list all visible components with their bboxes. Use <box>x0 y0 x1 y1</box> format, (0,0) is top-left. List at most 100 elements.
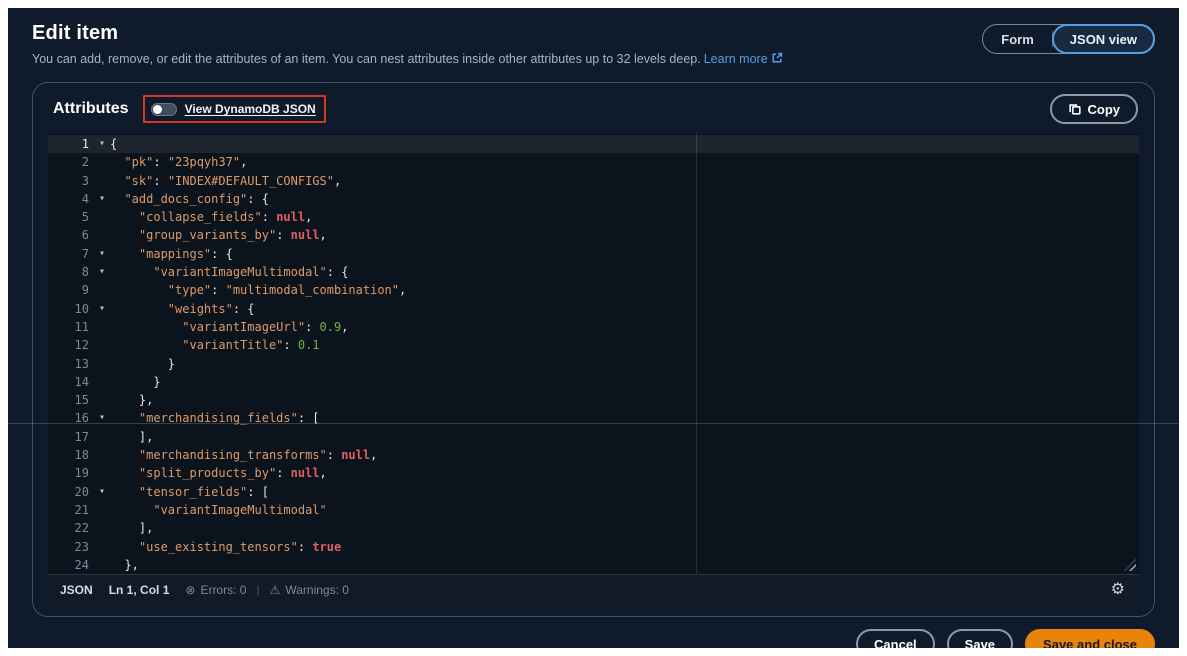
code-text: "collapse_fields": null, <box>110 208 1139 226</box>
code-line-4[interactable]: 4▾ "add_docs_config": { <box>48 190 1139 208</box>
fold-gutter-spacer <box>94 226 110 244</box>
editor-settings-button[interactable]: ⚙ <box>1107 580 1129 600</box>
line-number: 17 <box>48 428 94 446</box>
code-text: }, <box>110 391 1139 409</box>
code-line-2[interactable]: 2 "pk": "23pqyh37", <box>48 153 1139 171</box>
attributes-title: Attributes <box>53 100 129 118</box>
toggle-knob <box>153 105 162 114</box>
code-text: "group_variants_by": null, <box>110 226 1139 244</box>
code-line-19[interactable]: 19 "split_products_by": null, <box>48 464 1139 482</box>
view-dynamodb-json-toggle[interactable] <box>151 103 177 116</box>
errors-status[interactable]: ⊗Errors: 0 <box>185 583 246 597</box>
line-number: 19 <box>48 464 94 482</box>
page-header-text: Edit item You can add, remove, or edit t… <box>32 22 783 66</box>
line-number: 14 <box>48 373 94 391</box>
copy-button[interactable]: Copy <box>1050 94 1139 124</box>
line-number: 1 <box>48 135 94 153</box>
fold-toggle-icon[interactable]: ▾ <box>94 190 110 208</box>
fold-gutter-spacer <box>94 153 110 171</box>
code-line-21[interactable]: 21 "variantImageMultimodal" <box>48 501 1139 519</box>
fold-gutter-spacer <box>94 538 110 556</box>
warning-icon: ⚠ <box>270 583 281 597</box>
code-line-7[interactable]: 7▾ "mappings": { <box>48 245 1139 263</box>
code-line-14[interactable]: 14 } <box>48 373 1139 391</box>
code-line-15[interactable]: 15 }, <box>48 391 1139 409</box>
code-line-1[interactable]: 1▾{ <box>48 135 1139 153</box>
fold-gutter-spacer <box>94 556 110 574</box>
fold-gutter-spacer <box>94 428 110 446</box>
fold-toggle-icon[interactable]: ▾ <box>94 483 110 501</box>
dynamodb-json-toggle-group: View DynamoDB JSON <box>151 102 316 116</box>
cursor-position: Ln 1, Col 1 <box>109 583 170 597</box>
line-number: 22 <box>48 519 94 537</box>
code-text: ], <box>110 519 1139 537</box>
fold-toggle-icon[interactable]: ▾ <box>94 135 110 153</box>
line-number: 7 <box>48 245 94 263</box>
code-line-10[interactable]: 10▾ "weights": { <box>48 300 1139 318</box>
fold-gutter-spacer <box>94 373 110 391</box>
form-view-button[interactable]: Form <box>983 24 1052 54</box>
fold-gutter-spacer <box>94 281 110 299</box>
code-line-12[interactable]: 12 "variantTitle": 0.1 <box>48 336 1139 354</box>
code-text: "use_existing_tensors": true <box>110 538 1139 556</box>
page-description: You can add, remove, or edit the attribu… <box>32 52 783 66</box>
line-number: 23 <box>48 538 94 556</box>
code-line-9[interactable]: 9 "type": "multimodal_combination", <box>48 281 1139 299</box>
line-number: 3 <box>48 172 94 190</box>
fold-gutter-spacer <box>94 318 110 336</box>
line-number: 21 <box>48 501 94 519</box>
line-number: 12 <box>48 336 94 354</box>
page-description-text: You can add, remove, or edit the attribu… <box>32 52 701 66</box>
code-line-16[interactable]: 16▾ "merchandising_fields": [ <box>48 409 1139 427</box>
code-text: "merchandising_fields": [ <box>110 409 1139 427</box>
code-text: "variantImageUrl": 0.9, <box>110 318 1139 336</box>
gear-icon: ⚙ <box>1111 581 1125 598</box>
save-and-close-button[interactable]: Save and close <box>1025 629 1155 648</box>
code-line-18[interactable]: 18 "merchandising_transforms": null, <box>48 446 1139 464</box>
code-text: "mappings": { <box>110 245 1139 263</box>
save-button[interactable]: Save <box>947 629 1013 648</box>
code-line-22[interactable]: 22 ], <box>48 519 1139 537</box>
code-line-6[interactable]: 6 "group_variants_by": null, <box>48 226 1139 244</box>
code-line-24[interactable]: 24 }, <box>48 556 1139 574</box>
cancel-button[interactable]: Cancel <box>856 629 935 648</box>
code-line-11[interactable]: 11 "variantImageUrl": 0.9, <box>48 318 1139 336</box>
warnings-status[interactable]: ⚠ Warnings: 0 <box>270 583 349 597</box>
fold-toggle-icon[interactable]: ▾ <box>94 300 110 318</box>
line-number: 2 <box>48 153 94 171</box>
code-line-17[interactable]: 17 ], <box>48 428 1139 446</box>
code-text: } <box>110 355 1139 373</box>
line-number: 15 <box>48 391 94 409</box>
code-line-5[interactable]: 5 "collapse_fields": null, <box>48 208 1139 226</box>
code-text: "weights": { <box>110 300 1139 318</box>
learn-more-link[interactable]: Learn more <box>704 52 783 66</box>
code-text: { <box>110 135 1139 153</box>
code-text: "add_docs_config": { <box>110 190 1139 208</box>
fold-toggle-icon[interactable]: ▾ <box>94 409 110 427</box>
code-text: } <box>110 373 1139 391</box>
code-line-3[interactable]: 3 "sk": "INDEX#DEFAULT_CONFIGS", <box>48 172 1139 190</box>
code-line-23[interactable]: 23 "use_existing_tensors": true <box>48 538 1139 556</box>
fold-toggle-icon[interactable]: ▾ <box>94 263 110 281</box>
line-number: 5 <box>48 208 94 226</box>
json-code-editor[interactable]: 1▾{2 "pk": "23pqyh37",3 "sk": "INDEX#DEF… <box>48 133 1139 574</box>
footer-actions: Cancel Save Save and close <box>32 629 1155 648</box>
warnings-count: Warnings: 0 <box>285 583 349 597</box>
fold-gutter-spacer <box>94 208 110 226</box>
code-line-8[interactable]: 8▾ "variantImageMultimodal": { <box>48 263 1139 281</box>
code-line-13[interactable]: 13 } <box>48 355 1139 373</box>
fold-gutter-spacer <box>94 446 110 464</box>
editor-status-bar: JSON Ln 1, Col 1 ⊗Errors: 0 | ⚠Warnings:… <box>48 574 1139 604</box>
line-number: 11 <box>48 318 94 336</box>
view-dynamodb-json-label[interactable]: View DynamoDB JSON <box>185 102 316 116</box>
code-line-20[interactable]: 20▾ "tensor_fields": [ <box>48 483 1139 501</box>
edit-item-page: Edit item You can add, remove, or edit t… <box>8 8 1179 648</box>
json-view-button[interactable]: JSON view <box>1052 24 1155 54</box>
fold-toggle-icon[interactable]: ▾ <box>94 245 110 263</box>
code-text: ], <box>110 428 1139 446</box>
fold-gutter-spacer <box>94 501 110 519</box>
code-text: "type": "multimodal_combination", <box>110 281 1139 299</box>
status-separator: | <box>256 583 259 597</box>
fold-gutter-spacer <box>94 172 110 190</box>
line-number: 6 <box>48 226 94 244</box>
